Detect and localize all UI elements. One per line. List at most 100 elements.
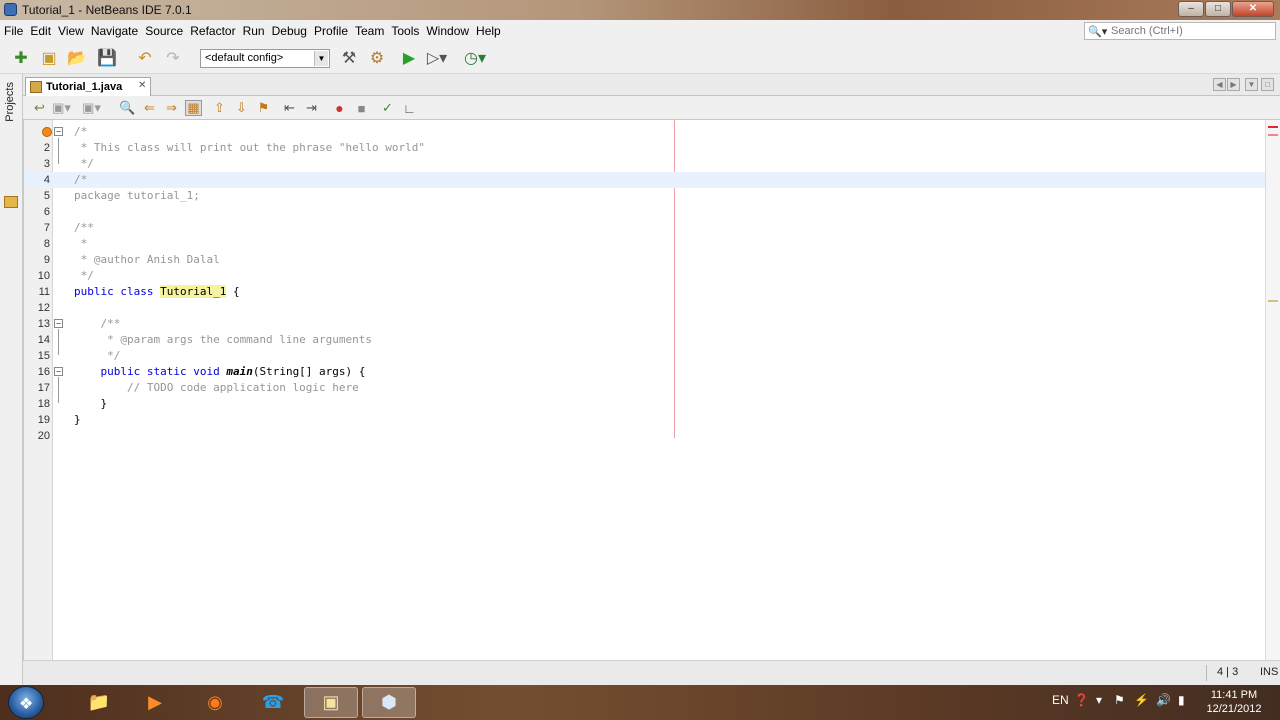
- folder-icon[interactable]: [4, 196, 18, 208]
- maximize-button[interactable]: □: [1205, 1, 1231, 17]
- menu-view[interactable]: View: [58, 24, 84, 38]
- forward-icon[interactable]: ▣▾: [82, 100, 101, 116]
- close-tab-icon[interactable]: ✕: [138, 80, 146, 91]
- network-icon[interactable]: ▮: [1178, 693, 1185, 707]
- source-history-icon[interactable]: ↩: [31, 100, 48, 116]
- code-line: 5 package tutorial_1;: [24, 188, 1266, 204]
- tray-overflow-icon[interactable]: ▾: [1096, 693, 1102, 707]
- fold-collapse-icon[interactable]: −: [54, 367, 63, 376]
- menu-profile[interactable]: Profile: [314, 24, 348, 38]
- power-icon[interactable]: ⚡: [1134, 693, 1149, 707]
- class-name-highlight: Tutorial_1: [160, 285, 227, 298]
- stop-macro-recording-icon[interactable]: ■: [353, 100, 370, 116]
- minimize-button[interactable]: –: [1178, 1, 1204, 17]
- uncomment-icon[interactable]: ∟: [401, 100, 418, 116]
- tab-tutorial-java[interactable]: Tutorial_1.java ✕: [25, 77, 151, 96]
- tab-list-icon[interactable]: ▼: [1245, 78, 1258, 91]
- search-input[interactable]: [1111, 24, 1271, 38]
- start-macro-recording-icon[interactable]: ●: [331, 100, 348, 116]
- search-icon[interactable]: 🔍▾: [1088, 25, 1107, 38]
- toggle-highlight-icon[interactable]: ▦: [185, 100, 202, 116]
- next-bookmark-icon[interactable]: ⇩: [233, 100, 250, 116]
- status-bar: 4 | 3 INS: [23, 660, 1280, 685]
- profile-icon[interactable]: ◷▾: [464, 48, 486, 68]
- new-project-icon[interactable]: ▣: [38, 48, 60, 68]
- debug-icon[interactable]: ▷▾: [426, 48, 448, 68]
- line-number: 20: [37, 430, 50, 442]
- explorer-taskbar-icon[interactable]: 📁: [72, 687, 126, 718]
- line-number: 3: [43, 158, 50, 170]
- line-number: 19: [37, 414, 50, 426]
- shift-right-icon[interactable]: ⇥: [303, 100, 320, 116]
- action-center-icon[interactable]: ⚑: [1114, 693, 1125, 707]
- menu-edit[interactable]: Edit: [30, 24, 51, 38]
- volume-icon[interactable]: 🔊: [1156, 693, 1171, 707]
- camstudio-taskbar-icon[interactable]: ▣: [304, 687, 358, 718]
- run-icon[interactable]: ▶: [398, 48, 420, 68]
- line-number: 11: [38, 286, 50, 298]
- clean-build-icon[interactable]: ⚙: [366, 48, 388, 68]
- config-select[interactable]: <default config> ▼: [200, 49, 330, 68]
- redo-icon[interactable]: ↷: [162, 48, 184, 68]
- editor-tab-bar: Tutorial_1.java ✕ ◀ ▶ ▼ □: [23, 74, 1280, 96]
- code-editor[interactable]: 1 − /* 2 * This class will print out the…: [23, 120, 1266, 660]
- back-icon[interactable]: ▣▾: [52, 100, 71, 116]
- menu-help[interactable]: Help: [476, 24, 501, 38]
- start-button[interactable]: ❖: [8, 686, 44, 719]
- toggle-bookmark-icon[interactable]: ⚑: [255, 100, 272, 116]
- menu-debug[interactable]: Debug: [272, 24, 307, 38]
- line-number: 18: [37, 398, 50, 410]
- open-project-icon[interactable]: 📂: [66, 48, 88, 68]
- code-text: }: [74, 397, 108, 410]
- previous-bookmark-icon[interactable]: ⇧: [211, 100, 228, 116]
- close-button[interactable]: ✕: [1232, 1, 1274, 17]
- menu-tools[interactable]: Tools: [391, 24, 419, 38]
- insert-mode: INS: [1260, 666, 1279, 678]
- projects-sidebar: Projects: [0, 74, 23, 685]
- occurrence-marker[interactable]: [1268, 300, 1278, 302]
- shift-left-icon[interactable]: ⇤: [281, 100, 298, 116]
- menu-team[interactable]: Team: [355, 24, 384, 38]
- error-marker[interactable]: [1268, 126, 1278, 128]
- code-rest: (String[] args) {: [252, 365, 366, 378]
- menu-source[interactable]: Source: [145, 24, 183, 38]
- scroll-tabs-right-icon[interactable]: ▶: [1227, 78, 1240, 91]
- find-previous-icon[interactable]: ⇐: [141, 100, 158, 116]
- maximize-editor-icon[interactable]: □: [1261, 78, 1274, 91]
- skype-taskbar-icon[interactable]: ☎: [246, 687, 300, 718]
- code-text: }: [74, 413, 81, 426]
- tab-label: Tutorial_1.java: [46, 81, 123, 93]
- find-icon[interactable]: 🔍: [119, 100, 136, 116]
- menu-file[interactable]: File: [4, 24, 23, 38]
- fold-collapse-icon[interactable]: −: [54, 319, 63, 328]
- menu-window[interactable]: Window: [426, 24, 469, 38]
- code-line: 3 */: [24, 156, 1266, 172]
- code-text: package tutorial_1;: [74, 189, 200, 202]
- comment-icon[interactable]: ✓: [379, 100, 396, 116]
- line-number: 15: [37, 350, 50, 362]
- line-number: 14: [37, 334, 50, 346]
- error-badge-icon[interactable]: [42, 127, 52, 137]
- code-line: 2 * This class will print out the phrase…: [24, 140, 1266, 156]
- save-all-icon[interactable]: 💾: [96, 48, 118, 68]
- netbeans-taskbar-icon[interactable]: ⬢: [362, 687, 416, 718]
- projects-tab[interactable]: Projects: [4, 82, 16, 122]
- help-icon[interactable]: ❓: [1074, 693, 1089, 707]
- scroll-tabs-left-icon[interactable]: ◀: [1213, 78, 1226, 91]
- firefox-taskbar-icon[interactable]: ◉: [188, 687, 242, 718]
- warning-marker[interactable]: [1268, 134, 1278, 136]
- menu-refactor[interactable]: Refactor: [190, 24, 235, 38]
- keyword: public static void: [74, 365, 227, 378]
- editor-toolbar: ↩ ▣▾ ▣▾ 🔍 ⇐ ⇒ ▦ ⇧ ⇩ ⚑ ⇤ ⇥ ● ■ ✓ ∟: [23, 96, 1280, 120]
- error-stripe[interactable]: [1265, 120, 1280, 660]
- system-clock[interactable]: 11:41 PM 12/21/2012: [1198, 688, 1270, 716]
- new-file-icon[interactable]: ✚: [10, 48, 32, 68]
- find-next-icon[interactable]: ⇒: [163, 100, 180, 116]
- undo-icon[interactable]: ↶: [134, 48, 156, 68]
- language-indicator[interactable]: EN: [1052, 693, 1069, 707]
- menu-navigate[interactable]: Navigate: [91, 24, 138, 38]
- menu-run[interactable]: Run: [243, 24, 265, 38]
- media-player-taskbar-icon[interactable]: ▶: [128, 687, 182, 718]
- build-hammer-icon[interactable]: ⚒: [338, 48, 360, 68]
- fold-collapse-icon[interactable]: −: [54, 127, 63, 136]
